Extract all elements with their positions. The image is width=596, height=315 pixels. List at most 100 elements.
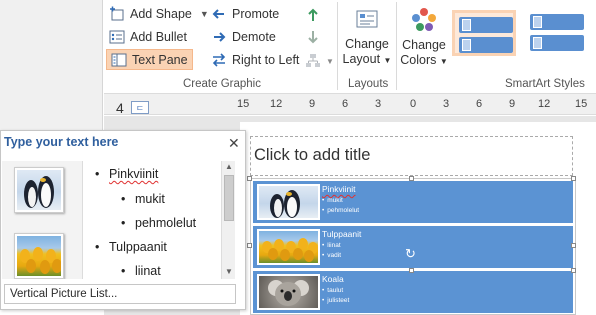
text-item-level1[interactable]: Pinkviinit (95, 167, 158, 181)
picture-placeholder[interactable] (257, 229, 320, 265)
text-pane-label: Text Pane (132, 52, 188, 67)
picture-placeholder[interactable] (257, 274, 320, 310)
group-separator (337, 2, 338, 90)
resize-handle[interactable] (247, 176, 252, 181)
row-bullet: mukit (322, 197, 343, 204)
arrow-left-icon (211, 6, 227, 22)
ruler-tick: 12 (538, 98, 551, 110)
chevron-down-icon: ▼ (439, 57, 448, 66)
text-pane-header: Type your text here (4, 135, 119, 149)
layouts-group-label: Layouts (348, 78, 389, 90)
arrow-down-icon (305, 29, 321, 45)
add-shape-label: Add Shape (130, 7, 192, 21)
ruler-tick: 15 (575, 98, 588, 110)
ribbon-left-strip (0, 0, 103, 130)
demote-button[interactable]: Demote (211, 27, 276, 47)
resize-handle[interactable] (571, 176, 576, 181)
tulip-picture (17, 236, 61, 276)
change-colors-button[interactable]: Change Colors ▼ (400, 4, 448, 69)
smartart-styles-group-label: SmartArt Styles (505, 78, 585, 90)
text-pane: Type your text here ✕ Pinkviinit mukit p… (0, 130, 246, 310)
resize-handle[interactable] (247, 243, 252, 248)
ribbon: Add Shape ▼ Add Bullet Text Pane Promote… (0, 0, 596, 130)
chevron-down-icon[interactable]: ▼ (326, 57, 334, 66)
text-item-level2[interactable]: liinat (121, 264, 161, 278)
move-down-button[interactable] (305, 27, 326, 47)
promote-button[interactable]: Promote (211, 4, 279, 24)
smartart-row-3[interactable]: Koala taulut julisteet (253, 271, 573, 313)
resize-handle[interactable] (571, 268, 576, 273)
row-title: Pinkviinit (322, 184, 356, 194)
row-bullet: julisteet (322, 297, 349, 304)
style-bar (459, 17, 513, 33)
style-bar (459, 37, 513, 53)
layout-org-button[interactable]: ▼ (305, 51, 334, 71)
chevron-down-icon[interactable]: ▼ (200, 9, 209, 19)
tulip-picture (259, 231, 318, 263)
style-bar-pic (533, 16, 542, 28)
scroll-up-icon[interactable]: ▲ (225, 162, 233, 171)
change-layout-icon (354, 8, 380, 32)
ruler-tick: 12 (270, 98, 283, 110)
ruler-tick: 3 (443, 98, 450, 110)
style-bar-pic (533, 37, 542, 49)
row-title: Koala (322, 274, 344, 284)
add-shape-button[interactable]: Add Shape ▼ (109, 4, 209, 24)
ruler-tick: 9 (509, 98, 516, 110)
row-bullet: liinat (322, 242, 340, 249)
add-bullet-button[interactable]: Add Bullet (109, 27, 187, 47)
text-item-level2[interactable]: mukit (121, 192, 165, 206)
add-bullet-label: Add Bullet (130, 30, 187, 44)
text-item-level2[interactable]: pehmolelut (121, 216, 196, 230)
layout-name-link[interactable]: Vertical Picture List... (4, 284, 236, 304)
text-pane-list[interactable]: Pinkviinit mukit pehmolelut Tulppaanit l… (82, 161, 222, 279)
arrow-right-icon (211, 29, 227, 45)
change-layout-button[interactable]: Change Layout ▼ (342, 4, 392, 68)
smartart-style-2[interactable] (525, 12, 589, 58)
resize-handle[interactable] (409, 176, 414, 181)
slide-thumbnail-icon[interactable]: ⊏ (131, 101, 149, 114)
text-pane-button[interactable]: Text Pane (106, 49, 193, 70)
change-colors-line2: Colors (400, 53, 437, 67)
scroll-down-icon[interactable]: ▼ (225, 267, 233, 276)
create-graphic-group-label: Create Graphic (183, 78, 261, 90)
add-bullet-icon (109, 29, 125, 45)
picture-placeholder[interactable] (257, 184, 320, 220)
text-item-level1[interactable]: Tulppaanit (95, 240, 167, 254)
row-title: Tulppaanit (322, 229, 362, 239)
title-placeholder[interactable]: Click to add title (250, 136, 573, 176)
style-bar-pic (462, 19, 471, 31)
change-colors-line1: Change (402, 38, 446, 52)
scrollbar[interactable]: ▲ ▼ (221, 161, 235, 279)
koala-picture (259, 276, 318, 308)
picture-thumbnails (2, 161, 82, 279)
change-layout-line1: Change (345, 37, 389, 51)
scrollbar-thumb[interactable] (224, 175, 234, 221)
ruler-tick: 6 (342, 98, 349, 110)
rotate-handle-icon[interactable]: ↻ (405, 246, 416, 262)
chevron-down-icon: ▼ (383, 56, 392, 65)
thumbnail-penguin[interactable] (14, 167, 64, 213)
move-up-button[interactable] (305, 5, 326, 25)
slide-number[interactable]: 4 (116, 100, 124, 116)
close-icon[interactable]: ✕ (228, 135, 240, 152)
org-chart-icon (305, 53, 321, 69)
change-layout-line2: Layout (342, 52, 381, 66)
demote-label: Demote (232, 30, 276, 44)
smartart-style-1[interactable] (452, 10, 516, 56)
style-bar (530, 35, 584, 51)
smartart-row-1[interactable]: Pinkviinit mukit pehmolelut (253, 181, 573, 223)
row-bullet: taulut (322, 287, 343, 294)
resize-handle[interactable] (409, 268, 414, 273)
ruler-tick: 0 (410, 98, 417, 110)
ruler-tick: 15 (237, 98, 250, 110)
add-shape-icon (109, 6, 125, 22)
thumbnail-tulip[interactable] (14, 233, 64, 279)
horizontal-ruler: 15 12 9 6 3 0 3 6 9 12 15 (104, 93, 596, 115)
right-to-left-button[interactable]: Right to Left (211, 50, 299, 70)
resize-handle[interactable] (571, 243, 576, 248)
arrow-up-icon (305, 7, 321, 23)
row-bullet: pehmolelut (322, 207, 359, 214)
change-layout-line2-wrap: Layout ▼ (342, 52, 392, 68)
group-separator (396, 2, 397, 90)
